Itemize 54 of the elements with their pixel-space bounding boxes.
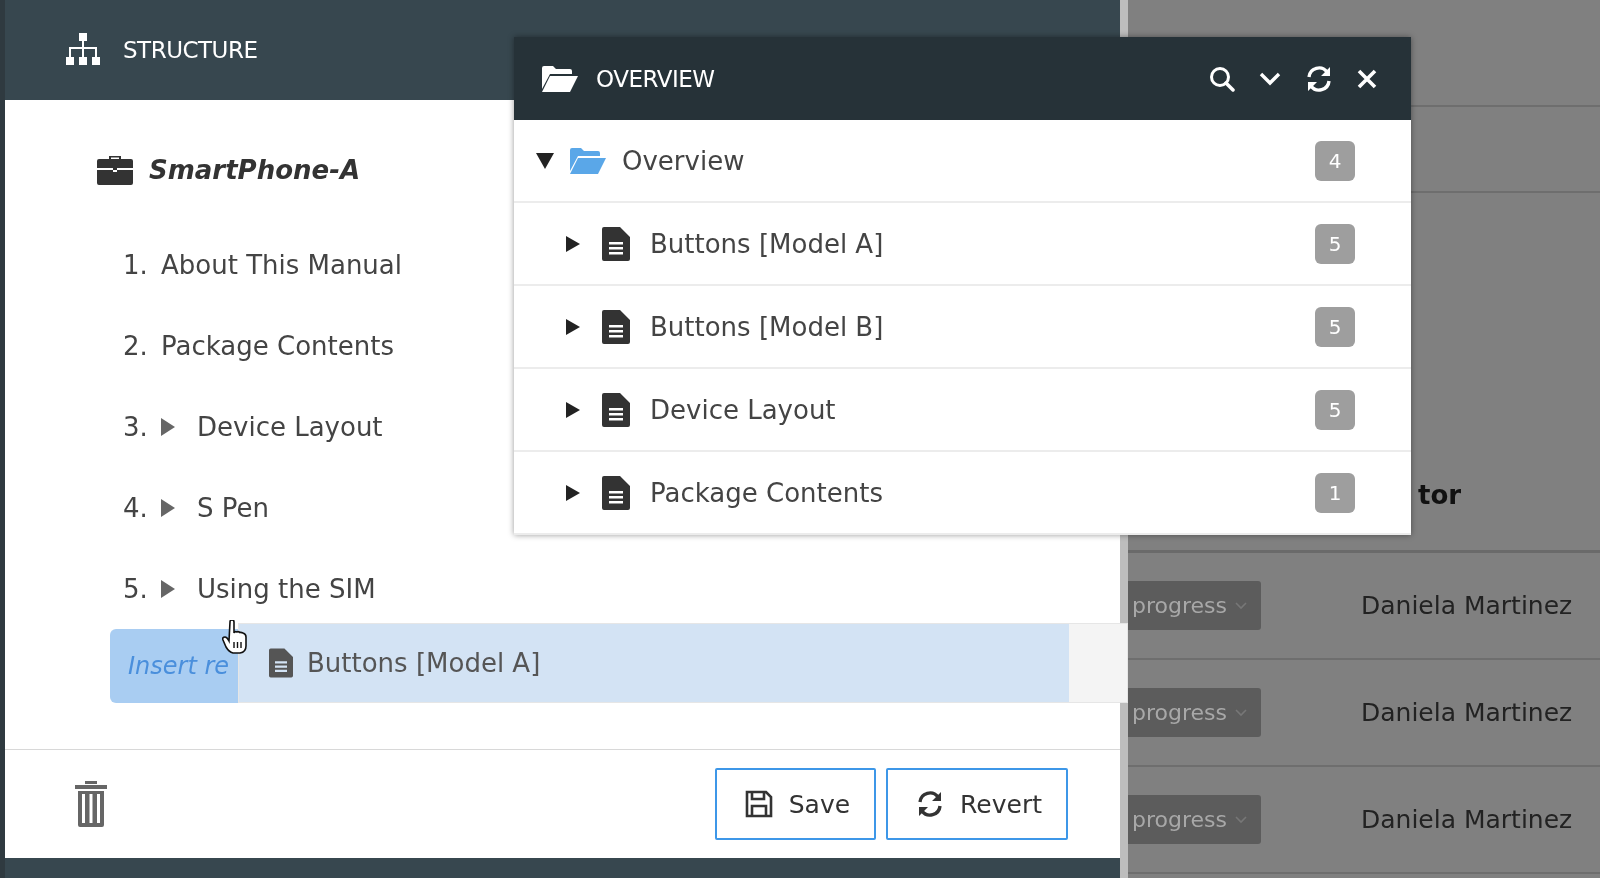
expand-arrow-icon[interactable]: [564, 484, 582, 501]
item-number: 5.: [123, 573, 149, 604]
refresh-icon: [916, 790, 945, 818]
sitemap-icon: [65, 33, 101, 67]
count-badge: 5: [1315, 223, 1355, 264]
hand-cursor-icon: [222, 620, 248, 654]
document-icon: [602, 475, 630, 510]
count-badge: 5: [1315, 306, 1355, 347]
count-badge: 5: [1315, 389, 1355, 430]
chevron-down-icon[interactable]: [1259, 71, 1281, 86]
save-button[interactable]: Save: [714, 768, 877, 840]
item-number: 3.: [123, 411, 149, 442]
chevron-down-icon: [1235, 815, 1247, 824]
tree-item[interactable]: Package Contents: [161, 330, 394, 361]
tree-item[interactable]: Using the SIM: [197, 573, 376, 604]
tree-root-label[interactable]: SmartPhone-A: [149, 155, 361, 185]
item-number: 1.: [123, 249, 149, 280]
document-icon: [602, 226, 630, 261]
tree-item[interactable]: Package Contents: [650, 477, 1295, 508]
count-badge: 4: [1315, 140, 1355, 181]
refresh-icon[interactable]: [1305, 64, 1333, 93]
tree-item[interactable]: Overview: [622, 145, 1299, 176]
search-icon[interactable]: [1209, 65, 1235, 92]
count-badge: 1: [1315, 472, 1355, 513]
tree-item[interactable]: Buttons [Model A]: [650, 228, 1295, 259]
tree-item[interactable]: About This Manual: [161, 249, 402, 280]
chevron-down-icon: [1235, 601, 1247, 610]
tree-item[interactable]: Device Layout: [197, 411, 383, 442]
collapse-arrow-icon[interactable]: [536, 152, 554, 169]
folder-icon: [570, 146, 606, 175]
chevron-down-icon: [1235, 708, 1247, 717]
expand-arrow-icon[interactable]: [564, 235, 582, 252]
expand-arrow-icon[interactable]: [564, 318, 582, 335]
tree-item[interactable]: S Pen: [197, 492, 269, 523]
briefcase-icon: [97, 155, 133, 185]
tree-item[interactable]: Buttons [Model B]: [650, 311, 1295, 342]
table-cell: Daniela Martinez: [1361, 591, 1573, 620]
dragged-item[interactable]: Buttons [Model A]: [238, 623, 1128, 703]
document-icon: [602, 309, 630, 344]
item-number: 4.: [123, 492, 149, 523]
expand-arrow-icon[interactable]: [564, 401, 582, 418]
table-cell: Daniela Martinez: [1361, 698, 1573, 727]
panel-title: STRUCTURE: [123, 37, 258, 63]
item-number: 2.: [123, 330, 149, 361]
document-icon: [269, 648, 293, 678]
popup-title: OVERVIEW: [596, 65, 716, 92]
trash-icon[interactable]: [75, 781, 107, 827]
document-icon: [602, 392, 630, 427]
tree-item[interactable]: Device Layout: [650, 394, 1295, 425]
folder-icon: [542, 64, 578, 93]
table-cell: Daniela Martinez: [1361, 805, 1573, 834]
close-icon[interactable]: [1357, 68, 1377, 89]
revert-button[interactable]: Revert: [886, 768, 1068, 840]
column-header: tor: [1418, 480, 1462, 510]
